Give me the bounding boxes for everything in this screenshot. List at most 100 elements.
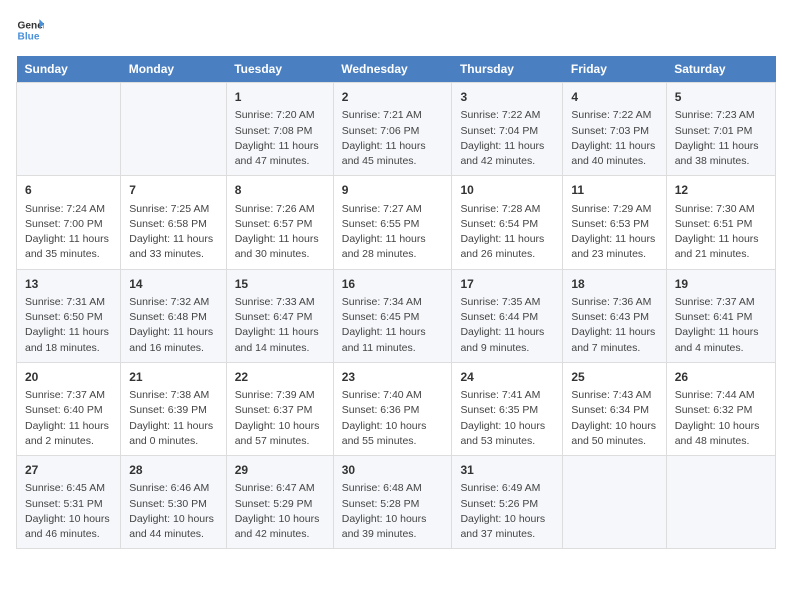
day-number: 23 bbox=[342, 369, 444, 386]
day-number: 11 bbox=[571, 182, 657, 199]
calendar-cell: 20 Sunrise: 7:37 AM Sunset: 6:40 PM Dayli… bbox=[17, 362, 121, 455]
day-number: 20 bbox=[25, 369, 112, 386]
cell-content: Sunrise: 7:31 AM Sunset: 6:50 PM Dayligh… bbox=[25, 295, 112, 356]
day-number: 25 bbox=[571, 369, 657, 386]
day-header-sunday: Sunday bbox=[17, 56, 121, 83]
page-header: General Blue bbox=[16, 16, 776, 44]
day-number: 16 bbox=[342, 276, 444, 293]
day-number: 15 bbox=[235, 276, 325, 293]
day-number: 19 bbox=[675, 276, 767, 293]
logo-icon: General Blue bbox=[16, 16, 44, 44]
calendar-cell: 15 Sunrise: 7:33 AM Sunset: 6:47 PM Dayli… bbox=[226, 269, 333, 362]
calendar-cell: 10 Sunrise: 7:28 AM Sunset: 6:54 PM Dayli… bbox=[452, 176, 563, 269]
day-number: 14 bbox=[129, 276, 217, 293]
calendar-cell bbox=[17, 83, 121, 176]
calendar-cell: 31 Sunrise: 6:49 AM Sunset: 5:26 PM Dayli… bbox=[452, 456, 563, 549]
day-header-saturday: Saturday bbox=[666, 56, 775, 83]
day-number: 6 bbox=[25, 182, 112, 199]
day-number: 24 bbox=[460, 369, 554, 386]
cell-content: Sunrise: 6:46 AM Sunset: 5:30 PM Dayligh… bbox=[129, 481, 217, 542]
cell-content: Sunrise: 7:44 AM Sunset: 6:32 PM Dayligh… bbox=[675, 388, 767, 449]
cell-content: Sunrise: 7:29 AM Sunset: 6:53 PM Dayligh… bbox=[571, 202, 657, 263]
cell-content: Sunrise: 7:37 AM Sunset: 6:40 PM Dayligh… bbox=[25, 388, 112, 449]
day-number: 1 bbox=[235, 89, 325, 106]
calendar-week-row: 27Sunrise: 6:45 AM Sunset: 5:31 PM Dayli… bbox=[17, 456, 776, 549]
day-number: 31 bbox=[460, 462, 554, 479]
day-number: 28 bbox=[129, 462, 217, 479]
calendar-cell: 25 Sunrise: 7:43 AM Sunset: 6:34 PM Dayli… bbox=[563, 362, 666, 455]
day-number: 22 bbox=[235, 369, 325, 386]
calendar-cell: 8 Sunrise: 7:26 AM Sunset: 6:57 PM Daylig… bbox=[226, 176, 333, 269]
calendar-cell bbox=[563, 456, 666, 549]
calendar-cell bbox=[666, 456, 775, 549]
calendar-week-row: 13 Sunrise: 7:31 AM Sunset: 6:50 PM Dayli… bbox=[17, 269, 776, 362]
calendar-table: SundayMondayTuesdayWednesdayThursdayFrid… bbox=[16, 56, 776, 549]
cell-content: Sunrise: 6:47 AM Sunset: 5:29 PM Dayligh… bbox=[235, 481, 325, 542]
day-number: 3 bbox=[460, 89, 554, 106]
cell-content: Sunrise: 7:37 AM Sunset: 6:41 PM Dayligh… bbox=[675, 295, 767, 356]
day-number: 5 bbox=[675, 89, 767, 106]
cell-content: Sunrise: 7:22 AM Sunset: 7:04 PM Dayligh… bbox=[460, 108, 554, 169]
calendar-cell: 27Sunrise: 6:45 AM Sunset: 5:31 PM Dayli… bbox=[17, 456, 121, 549]
calendar-cell: 14Sunrise: 7:32 AM Sunset: 6:48 PM Dayli… bbox=[121, 269, 226, 362]
cell-content: Sunrise: 7:26 AM Sunset: 6:57 PM Dayligh… bbox=[235, 202, 325, 263]
day-header-tuesday: Tuesday bbox=[226, 56, 333, 83]
day-number: 9 bbox=[342, 182, 444, 199]
cell-content: Sunrise: 7:34 AM Sunset: 6:45 PM Dayligh… bbox=[342, 295, 444, 356]
day-number: 26 bbox=[675, 369, 767, 386]
calendar-cell: 16 Sunrise: 7:34 AM Sunset: 6:45 PM Dayli… bbox=[333, 269, 452, 362]
calendar-cell: 21 Sunrise: 7:38 AM Sunset: 6:39 PM Dayli… bbox=[121, 362, 226, 455]
calendar-cell: 1 Sunrise: 7:20 AM Sunset: 7:08 PM Daylig… bbox=[226, 83, 333, 176]
calendar-cell: 26 Sunrise: 7:44 AM Sunset: 6:32 PM Dayli… bbox=[666, 362, 775, 455]
cell-content: Sunrise: 6:45 AM Sunset: 5:31 PM Dayligh… bbox=[25, 481, 112, 542]
calendar-cell: 3 Sunrise: 7:22 AM Sunset: 7:04 PM Daylig… bbox=[452, 83, 563, 176]
cell-content: Sunrise: 7:20 AM Sunset: 7:08 PM Dayligh… bbox=[235, 108, 325, 169]
cell-content: Sunrise: 7:27 AM Sunset: 6:55 PM Dayligh… bbox=[342, 202, 444, 263]
day-number: 8 bbox=[235, 182, 325, 199]
svg-text:Blue: Blue bbox=[18, 31, 40, 42]
calendar-cell: 23Sunrise: 7:40 AM Sunset: 6:36 PM Dayli… bbox=[333, 362, 452, 455]
calendar-cell: 13 Sunrise: 7:31 AM Sunset: 6:50 PM Dayli… bbox=[17, 269, 121, 362]
cell-content: Sunrise: 7:38 AM Sunset: 6:39 PM Dayligh… bbox=[129, 388, 217, 449]
cell-content: Sunrise: 7:22 AM Sunset: 7:03 PM Dayligh… bbox=[571, 108, 657, 169]
cell-content: Sunrise: 6:48 AM Sunset: 5:28 PM Dayligh… bbox=[342, 481, 444, 542]
day-number: 18 bbox=[571, 276, 657, 293]
cell-content: Sunrise: 6:49 AM Sunset: 5:26 PM Dayligh… bbox=[460, 481, 554, 542]
cell-content: Sunrise: 7:35 AM Sunset: 6:44 PM Dayligh… bbox=[460, 295, 554, 356]
logo: General Blue bbox=[16, 16, 44, 44]
cell-content: Sunrise: 7:39 AM Sunset: 6:37 PM Dayligh… bbox=[235, 388, 325, 449]
calendar-cell: 2 Sunrise: 7:21 AM Sunset: 7:06 PM Daylig… bbox=[333, 83, 452, 176]
day-header-monday: Monday bbox=[121, 56, 226, 83]
calendar-cell: 28 Sunrise: 6:46 AM Sunset: 5:30 PM Dayli… bbox=[121, 456, 226, 549]
calendar-cell: 5 Sunrise: 7:23 AM Sunset: 7:01 PM Daylig… bbox=[666, 83, 775, 176]
day-number: 2 bbox=[342, 89, 444, 106]
cell-content: Sunrise: 7:43 AM Sunset: 6:34 PM Dayligh… bbox=[571, 388, 657, 449]
day-number: 10 bbox=[460, 182, 554, 199]
cell-content: Sunrise: 7:33 AM Sunset: 6:47 PM Dayligh… bbox=[235, 295, 325, 356]
day-header-friday: Friday bbox=[563, 56, 666, 83]
calendar-cell: 6Sunrise: 7:24 AM Sunset: 7:00 PM Daylig… bbox=[17, 176, 121, 269]
calendar-cell: 17 Sunrise: 7:35 AM Sunset: 6:44 PM Dayli… bbox=[452, 269, 563, 362]
cell-content: Sunrise: 7:41 AM Sunset: 6:35 PM Dayligh… bbox=[460, 388, 554, 449]
calendar-cell: 18Sunrise: 7:36 AM Sunset: 6:43 PM Dayli… bbox=[563, 269, 666, 362]
day-number: 30 bbox=[342, 462, 444, 479]
calendar-cell bbox=[121, 83, 226, 176]
calendar-cell: 19 Sunrise: 7:37 AM Sunset: 6:41 PM Dayli… bbox=[666, 269, 775, 362]
calendar-header: SundayMondayTuesdayWednesdayThursdayFrid… bbox=[17, 56, 776, 83]
calendar-week-row: 6Sunrise: 7:24 AM Sunset: 7:00 PM Daylig… bbox=[17, 176, 776, 269]
day-number: 17 bbox=[460, 276, 554, 293]
day-number: 12 bbox=[675, 182, 767, 199]
cell-content: Sunrise: 7:21 AM Sunset: 7:06 PM Dayligh… bbox=[342, 108, 444, 169]
day-number: 21 bbox=[129, 369, 217, 386]
calendar-cell: 30 Sunrise: 6:48 AM Sunset: 5:28 PM Dayli… bbox=[333, 456, 452, 549]
calendar-cell: 22 Sunrise: 7:39 AM Sunset: 6:37 PM Dayli… bbox=[226, 362, 333, 455]
day-number: 13 bbox=[25, 276, 112, 293]
cell-content: Sunrise: 7:23 AM Sunset: 7:01 PM Dayligh… bbox=[675, 108, 767, 169]
cell-content: Sunrise: 7:28 AM Sunset: 6:54 PM Dayligh… bbox=[460, 202, 554, 263]
calendar-cell: 7Sunrise: 7:25 AM Sunset: 6:58 PM Daylig… bbox=[121, 176, 226, 269]
day-header-wednesday: Wednesday bbox=[333, 56, 452, 83]
calendar-cell: 24 Sunrise: 7:41 AM Sunset: 6:35 PM Dayli… bbox=[452, 362, 563, 455]
calendar-week-row: 1 Sunrise: 7:20 AM Sunset: 7:08 PM Daylig… bbox=[17, 83, 776, 176]
calendar-cell: 29Sunrise: 6:47 AM Sunset: 5:29 PM Dayli… bbox=[226, 456, 333, 549]
calendar-week-row: 20 Sunrise: 7:37 AM Sunset: 6:40 PM Dayli… bbox=[17, 362, 776, 455]
